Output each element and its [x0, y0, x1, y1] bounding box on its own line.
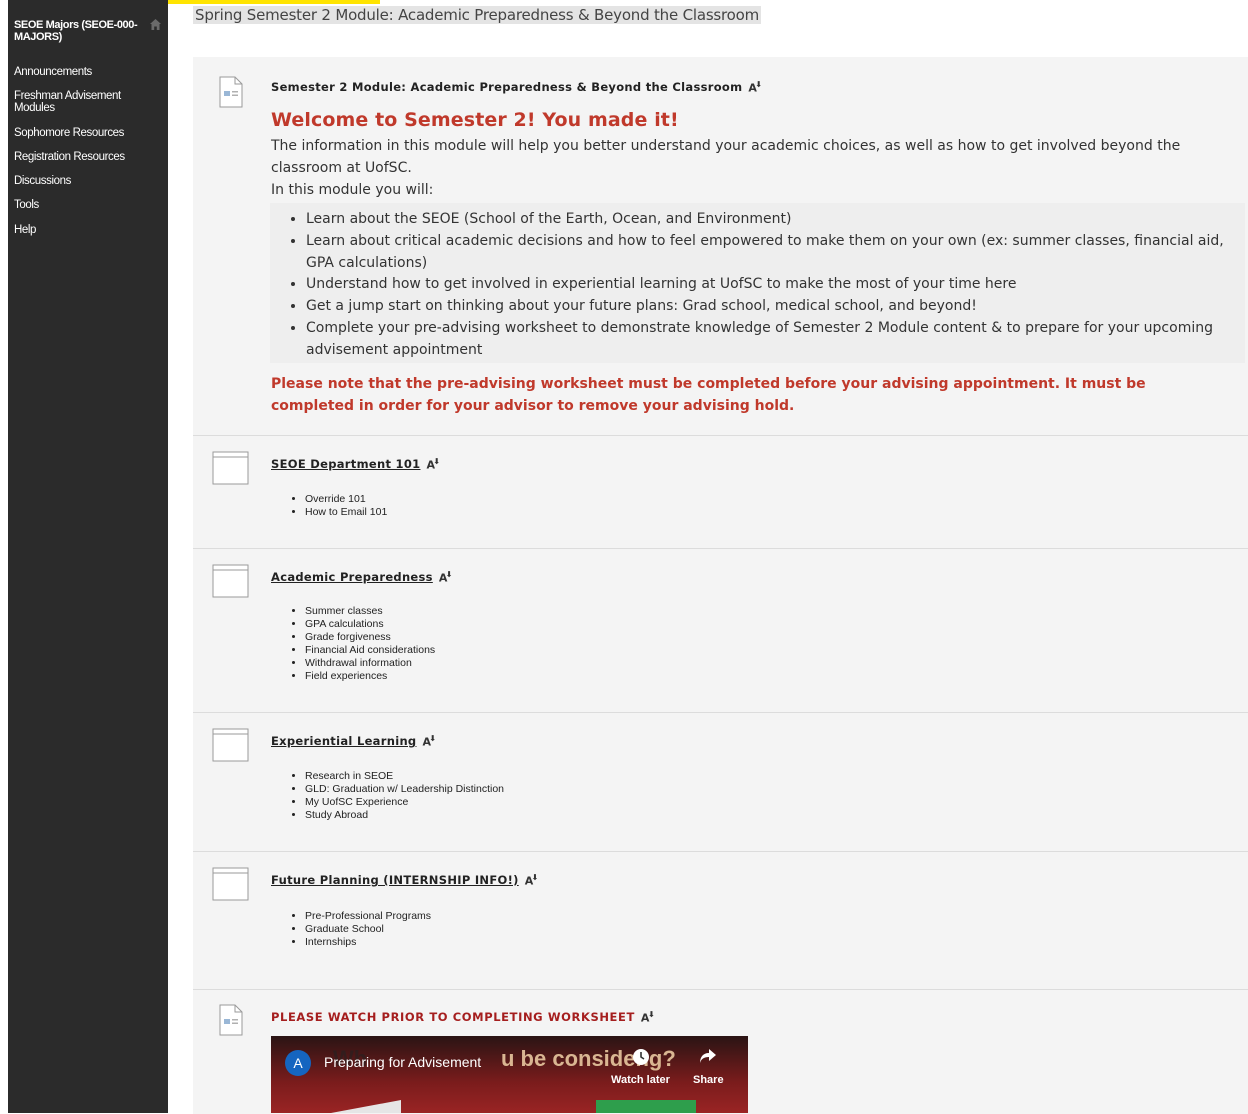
adaptive-release-icon[interactable]: A⬇	[641, 1010, 655, 1025]
list-item: Summer classes	[305, 605, 435, 618]
share-button[interactable]: Share	[693, 1074, 724, 1086]
folder-description-list: Summer classes GPA calculations Grade fo…	[305, 605, 435, 682]
list-item: Pre-Professional Programs	[305, 910, 431, 923]
module-intro: The information in this module will help…	[271, 138, 1181, 198]
nav-item-registration-resources[interactable]: Registration Resources	[14, 151, 144, 163]
list-item: Learn about critical academic decisions …	[306, 231, 1236, 275]
adaptive-release-icon[interactable]: A⬇	[748, 80, 762, 95]
content-item-folder: Experiential LearningA⬇ Research in SEOE…	[193, 712, 1248, 852]
course-title[interactable]: SEOE Majors (SEOE-000-MAJORS)	[14, 19, 142, 43]
list-item: Learn about the SEOE (School of the Eart…	[306, 209, 1236, 231]
folder-icon	[212, 564, 249, 598]
adaptive-release-icon[interactable]: A⬇	[422, 734, 436, 749]
nav-item-tools[interactable]: Tools	[14, 199, 144, 211]
nav-item-sophomore-resources[interactable]: Sophomore Resources	[14, 127, 144, 139]
adaptive-release-icon[interactable]: A⬇	[439, 570, 453, 585]
nav-item-help[interactable]: Help	[14, 224, 144, 236]
nav-item-discussions[interactable]: Discussions	[14, 175, 144, 187]
list-item: Get a jump start on thinking about your …	[306, 296, 1236, 318]
content-item-module: Semester 2 Module: Academic Preparedness…	[193, 57, 1248, 435]
folder-title[interactable]: SEOE Department 101 A⬇	[271, 457, 440, 472]
content-item-folder: SEOE Department 101A⬇ Override 101 How t…	[193, 435, 1248, 549]
folder-description-list: Pre-Professional Programs Graduate Schoo…	[305, 910, 431, 949]
list-item: Study Abroad	[305, 809, 504, 822]
document-icon	[219, 1004, 243, 1036]
list-item: Field experiences	[305, 670, 435, 683]
home-icon[interactable]	[149, 18, 162, 31]
list-item: Withdrawal information	[305, 657, 435, 670]
list-item: My UofSC Experience	[305, 796, 504, 809]
video-item-title: PLEASE WATCH PRIOR TO COMPLETING WORKSHE…	[271, 1010, 656, 1025]
content-item-folder: Academic PreparednessA⬇ Summer classes G…	[193, 548, 1248, 713]
folder-icon	[212, 867, 249, 901]
content-item-folder: Future Planning (INTERNSHIP INFO!)A⬇ Pre…	[193, 851, 1248, 990]
module-item-title: Semester 2 Module: Academic Preparedness…	[271, 80, 763, 95]
video-title[interactable]: Preparing for Advisement	[324, 1054, 481, 1070]
list-item: Financial Aid considerations	[305, 644, 435, 657]
list-item: Graduate School	[305, 923, 431, 936]
welcome-heading: Welcome to Semester 2! You made it!	[271, 109, 679, 131]
list-item: Override 101	[305, 493, 387, 506]
document-icon	[219, 76, 243, 108]
nav-item-announcements[interactable]: Announcements	[14, 66, 144, 78]
nav-item-freshman-advisement-modules[interactable]: Freshman Advisement Modules	[14, 90, 144, 114]
share-icon[interactable]	[699, 1048, 717, 1064]
list-item: How to Email 101	[305, 506, 387, 519]
course-menu: Announcements Freshman Advisement Module…	[14, 66, 144, 248]
clock-icon[interactable]	[632, 1048, 650, 1066]
folder-icon	[212, 728, 249, 762]
adaptive-release-icon[interactable]: A⬇	[525, 873, 539, 888]
folder-title[interactable]: Experiential Learning A⬇	[271, 734, 436, 749]
folder-description-list: Override 101 How to Email 101	[305, 493, 387, 519]
list-item: Complete your pre-advising worksheet to …	[306, 318, 1236, 362]
list-item: Understand how to get involved in experi…	[306, 274, 1236, 296]
channel-avatar[interactable]: A	[285, 1050, 311, 1076]
thumbnail-money-graphic	[596, 1100, 696, 1113]
content-list: Semester 2 Module: Academic Preparedness…	[193, 57, 1248, 1114]
list-item: GPA calculations	[305, 618, 435, 631]
course-sidebar: SEOE Majors (SEOE-000-MAJORS) Announceme…	[8, 0, 168, 1113]
folder-description-list: Research in SEOE GLD: Graduation w/ Lead…	[305, 770, 504, 822]
worksheet-notice: Please note that the pre-advising worksh…	[271, 376, 1146, 414]
thumbnail-shape	[331, 1100, 401, 1113]
folder-title[interactable]: Academic Preparedness A⬇	[271, 570, 453, 585]
list-item: GLD: Graduation w/ Leadership Distinctio…	[305, 783, 504, 796]
watch-later-button[interactable]: Watch later	[611, 1074, 670, 1086]
folder-title[interactable]: Future Planning (INTERNSHIP INFO!) A⬇	[271, 873, 539, 888]
list-item: Internships	[305, 936, 431, 949]
list-item: Grade forgiveness	[305, 631, 435, 644]
module-objectives-list: Learn about the SEOE (School of the Eart…	[306, 209, 1236, 362]
folder-icon	[212, 451, 249, 485]
adaptive-release-icon[interactable]: A⬇	[426, 457, 440, 472]
page-title: Spring Semester 2 Module: Academic Prepa…	[193, 6, 762, 24]
list-item: Research in SEOE	[305, 770, 504, 783]
embedded-video-player[interactable]: Wh u be consideng? A Preparing for Advis…	[271, 1036, 748, 1113]
